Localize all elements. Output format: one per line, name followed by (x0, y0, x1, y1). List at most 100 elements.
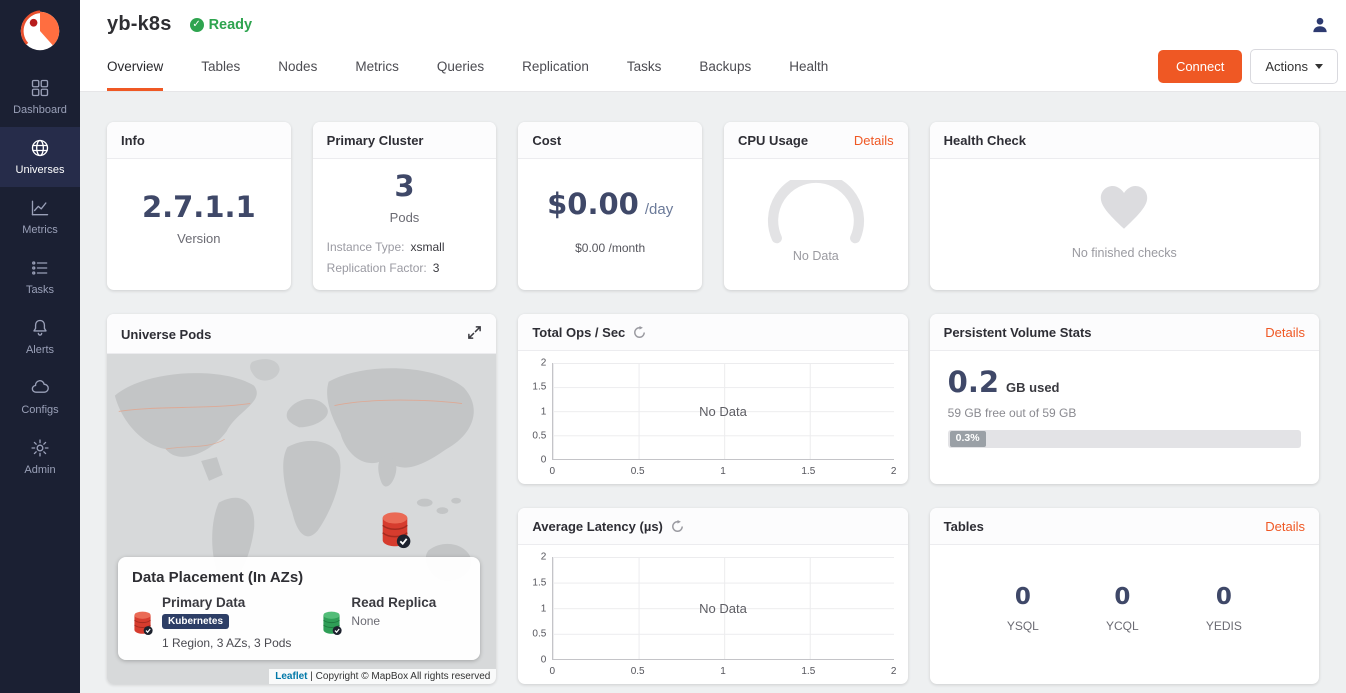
yugabyte-logo[interactable] (0, 0, 80, 67)
yugabyte-logo-icon (18, 9, 62, 53)
attribution-text: | Copyright © MapBox All rights reserved (310, 671, 490, 682)
primary-cluster-header: Primary Cluster (313, 122, 497, 159)
total-ops-chart: 2 1.5 1 0.5 0 No Data 0 0.5 1 1.5 (518, 351, 907, 484)
status-badge: ✓ Ready (190, 17, 253, 33)
primary-cluster-title: Primary Cluster (327, 133, 424, 148)
x-axis: 0 0.5 1 1.5 2 (552, 463, 893, 478)
region-marker-database-icon[interactable] (379, 509, 411, 548)
sidebar-item-label: Configs (21, 404, 58, 416)
sidebar-item-admin[interactable]: Admin (0, 427, 80, 487)
info-card-title: Info (121, 133, 145, 148)
sidebar-item-dashboard[interactable]: Dashboard (0, 67, 80, 127)
sidebar-item-label: Tasks (26, 284, 54, 296)
empty-line-chart: 2 1.5 1 0.5 0 No Data 0 0.5 1 1.5 (526, 557, 895, 678)
sidebar-item-alerts[interactable]: Alerts (0, 307, 80, 367)
user-icon[interactable] (1310, 15, 1330, 35)
universe-pods-card: Universe Pods (107, 314, 496, 684)
cost-per-month: $0.00 /month (575, 241, 645, 255)
refresh-icon[interactable] (633, 326, 646, 339)
tables-details-link[interactable]: Details (1265, 519, 1305, 534)
pv-percent-badge: 0.3% (950, 431, 986, 447)
average-latency-card: Average Latency (µs) 2 1.5 1 0.5 0 (518, 508, 907, 684)
world-map[interactable]: Data Placement (In AZs) (107, 354, 496, 684)
tables-title: Tables (944, 519, 984, 534)
x-tick: 0 (550, 666, 556, 677)
sidebar-item-label: Metrics (22, 224, 57, 236)
instance-type-label: Instance Type: (327, 237, 405, 258)
placement-row: Primary Data Kubernetes 1 Region, 3 AZs,… (132, 595, 466, 650)
y-tick: 0 (541, 455, 547, 466)
y-tick: 1 (541, 406, 547, 417)
x-tick: 1.5 (801, 666, 815, 677)
health-check-header: Health Check (930, 122, 1319, 159)
yedis-count-value: 0 (1216, 584, 1232, 610)
universe-pods-header: Universe Pods (107, 314, 496, 354)
persistent-volume-body: 0.2 GB used 59 GB free out of 59 GB 0.3% (930, 351, 1319, 484)
info-card: Info 2.7.1.1 Version (107, 122, 291, 290)
sidebar-item-label: Admin (24, 464, 55, 476)
data-placement-overlay: Data Placement (In AZs) (118, 557, 480, 660)
replication-factor-row: Replication Factor: 3 (327, 258, 483, 279)
refresh-icon[interactable] (671, 520, 684, 533)
pods-count: 3 (394, 169, 414, 203)
universe-tabbar: Overview Tables Nodes Metrics Queries Re… (80, 42, 1346, 92)
replication-factor-label: Replication Factor: (327, 258, 427, 279)
metrics-icon (30, 198, 50, 218)
x-axis: 0 0.5 1 1.5 2 (552, 663, 893, 678)
tab-metrics[interactable]: Metrics (355, 42, 399, 91)
ysql-count-label: YSQL (1007, 619, 1039, 633)
cpu-usage-header: CPU Usage Details (724, 122, 908, 159)
tab-health[interactable]: Health (789, 42, 828, 91)
app-root: Dashboard Universes Metrics Tasks Alerts (0, 0, 1346, 693)
expand-icon[interactable] (467, 325, 482, 343)
cpu-details-link[interactable]: Details (854, 133, 894, 148)
sidebar-item-configs[interactable]: Configs (0, 367, 80, 427)
cloud-icon (30, 378, 50, 398)
cpu-usage-title: CPU Usage (738, 133, 808, 148)
x-tick: 2 (891, 466, 897, 477)
persistent-volume-header: Persistent Volume Stats Details (930, 314, 1319, 351)
tab-tables[interactable]: Tables (201, 42, 240, 91)
connect-button[interactable]: Connect (1158, 50, 1242, 83)
yedis-count-label: YEDIS (1206, 619, 1242, 633)
ycql-count-value: 0 (1114, 584, 1130, 610)
gear-icon (30, 438, 50, 458)
leaflet-link[interactable]: Leaflet (275, 671, 307, 682)
tab-backups[interactable]: Backups (699, 42, 751, 91)
x-tick: 2 (891, 666, 897, 677)
pv-progress-bar: 0.3% (948, 430, 1301, 448)
pv-details-link[interactable]: Details (1265, 325, 1305, 340)
x-tick: 1.5 (801, 466, 815, 477)
y-tick: 1 (541, 603, 547, 614)
tab-queries[interactable]: Queries (437, 42, 484, 91)
replication-factor-value: 3 (433, 258, 440, 279)
sidebar-item-tasks[interactable]: Tasks (0, 247, 80, 307)
y-tick: 1.5 (532, 577, 546, 588)
yedis-count: 0 YEDIS (1206, 584, 1242, 633)
y-tick: 2 (541, 552, 547, 563)
x-tick: 0.5 (631, 466, 645, 477)
y-tick: 2 (541, 358, 547, 369)
sidebar-item-universes[interactable]: Universes (0, 127, 80, 187)
average-latency-header: Average Latency (µs) (518, 508, 907, 545)
pv-used-value: 0.2 (948, 365, 999, 399)
tab-replication[interactable]: Replication (522, 42, 589, 91)
x-tick: 1 (720, 666, 726, 677)
tab-overview[interactable]: Overview (107, 42, 163, 91)
tab-tasks[interactable]: Tasks (627, 42, 662, 91)
tasks-list-icon (30, 258, 50, 278)
sidebar-item-label: Universes (16, 164, 65, 176)
data-placement-title: Data Placement (In AZs) (132, 569, 466, 586)
total-ops-header: Total Ops / Sec (518, 314, 907, 351)
actions-dropdown-button[interactable]: Actions (1250, 49, 1338, 84)
tab-nodes[interactable]: Nodes (278, 42, 317, 91)
y-axis: 2 1.5 1 0.5 0 (526, 557, 550, 660)
average-latency-chart: 2 1.5 1 0.5 0 No Data 0 0.5 1 1.5 (518, 545, 907, 684)
y-tick: 0.5 (532, 430, 546, 441)
average-latency-title: Average Latency (µs) (532, 519, 663, 534)
instance-type-value: xsmall (411, 237, 445, 258)
dashboard-icon (30, 78, 50, 98)
globe-icon (30, 138, 50, 158)
sidebar-item-metrics[interactable]: Metrics (0, 187, 80, 247)
ysql-count: 0 YSQL (1007, 584, 1039, 633)
